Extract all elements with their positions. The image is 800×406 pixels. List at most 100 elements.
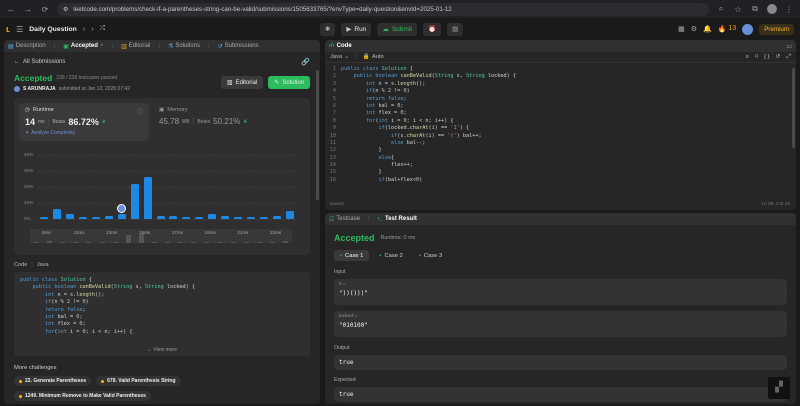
streak-counter[interactable]: 🔥 13 bbox=[718, 25, 737, 33]
analyze-complexity-link[interactable]: ✦ Analyze Complexity bbox=[25, 130, 143, 136]
tab-editorial[interactable]: ▥ Editorial bbox=[121, 43, 150, 50]
chart-bar[interactable] bbox=[208, 214, 217, 219]
info-icon[interactable]: ⓘ bbox=[137, 107, 143, 116]
chart-bar[interactable] bbox=[272, 215, 281, 219]
site-info-icon[interactable]: ⚙ bbox=[63, 6, 68, 13]
prev-problem-icon[interactable]: ‹ bbox=[83, 26, 85, 33]
chart-bar[interactable] bbox=[92, 217, 101, 219]
result-runtime: Runtime: 0 ms bbox=[380, 235, 416, 241]
chart-bar[interactable] bbox=[195, 217, 204, 219]
settings-gear-icon[interactable]: ⚙ bbox=[691, 25, 697, 33]
profile-avatar[interactable] bbox=[767, 4, 777, 14]
editorial-button[interactable]: ▥ Editorial bbox=[220, 76, 264, 89]
code-text: public boolean canBeValid(String s, Stri… bbox=[353, 73, 516, 80]
format-icon[interactable]: ≡ bbox=[746, 54, 749, 60]
editor-line: 2 public boolean canBeValid(String s, St… bbox=[325, 73, 796, 80]
challenge-chip[interactable]: 678. Valid Parenthesis String bbox=[96, 376, 181, 386]
share-link-icon[interactable]: 🔗 bbox=[301, 58, 310, 66]
left-scrollbar[interactable] bbox=[316, 70, 319, 200]
chart-bar[interactable] bbox=[182, 217, 191, 219]
chart-bar[interactable] bbox=[40, 216, 49, 219]
tab-solutions[interactable]: ⚗ Solutions bbox=[168, 43, 200, 50]
tab-code[interactable]: ‹/› Code bbox=[329, 43, 352, 49]
debug-button[interactable]: ✱ bbox=[319, 22, 336, 36]
fullscreen-icon[interactable]: ⤢ bbox=[786, 54, 791, 61]
auto-toggle[interactable]: 🔒 Auto bbox=[363, 54, 384, 60]
grid-line bbox=[38, 219, 296, 220]
bookmark-star-icon[interactable]: ☆ bbox=[733, 5, 743, 14]
chart-bar[interactable] bbox=[221, 215, 230, 219]
editor-line: 11 else bal--; bbox=[325, 140, 796, 147]
close-tab-icon[interactable]: × bbox=[100, 43, 104, 49]
back-to-submissions[interactable]: ← All Submissions bbox=[14, 59, 65, 65]
case-1-tab[interactable]: • Case 1 bbox=[334, 250, 370, 261]
problem-list-icon[interactable]: ☰ bbox=[16, 25, 23, 34]
case-2-tab[interactable]: • Case 2 bbox=[373, 250, 408, 261]
language-select[interactable]: Java ⌄ bbox=[330, 54, 349, 60]
layout-icon[interactable]: ▦ bbox=[678, 25, 685, 33]
memory-box[interactable]: ▣ Memory 45.78 MB | Beats 50.21% ❦ bbox=[153, 103, 283, 141]
chart-bar[interactable] bbox=[143, 177, 152, 219]
reload-icon[interactable]: ⟳ bbox=[40, 5, 50, 14]
mini-bar bbox=[269, 242, 275, 243]
bookmark-icon[interactable]: ⌑ bbox=[755, 54, 758, 60]
leetcode-logo-icon[interactable]: ʟ bbox=[6, 24, 10, 34]
chart-bar[interactable] bbox=[79, 217, 88, 219]
chart-bar[interactable] bbox=[53, 208, 62, 219]
address-bar[interactable]: ⚙ leetcode.com/problems/check-if-a-paren… bbox=[57, 2, 709, 16]
chart-bar[interactable] bbox=[130, 183, 139, 219]
run-button[interactable]: ▶ Run bbox=[341, 22, 372, 36]
timer-button[interactable]: ⏰ bbox=[423, 22, 442, 36]
chart-bar[interactable] bbox=[259, 217, 268, 219]
chart-range-slider[interactable]: 8ms 11ms 13ms 15ms 17ms 19ms 21ms 23ms bbox=[30, 229, 292, 243]
submit-button[interactable]: ☁ Submit bbox=[377, 22, 418, 36]
braces-icon[interactable]: { } bbox=[764, 54, 769, 60]
runtime-percentile: 86.72% bbox=[68, 117, 99, 127]
separator: | bbox=[355, 54, 357, 60]
user-avatar[interactable] bbox=[742, 23, 754, 35]
chart-bar[interactable] bbox=[117, 214, 126, 219]
chart-bar[interactable] bbox=[246, 217, 255, 219]
challenge-chip[interactable]: 1249. Minimum Remove to Make Valid Paren… bbox=[14, 391, 151, 401]
tab-test-result[interactable]: ›_ Test Result bbox=[378, 216, 417, 222]
chart-bar[interactable] bbox=[104, 215, 113, 219]
runtime-box[interactable]: ◷ Runtime ⓘ 14 ms | Beats 86.72% ❦ ✦ Analy… bbox=[19, 103, 149, 141]
notes-button[interactable]: ▤ bbox=[447, 22, 464, 36]
view-more-button[interactable]: ⌄ View more bbox=[14, 347, 310, 353]
editor-line: 3 int n = s.length(); bbox=[325, 81, 796, 88]
mini-bar bbox=[151, 242, 157, 243]
premium-button[interactable]: Premium bbox=[759, 23, 795, 35]
mini-bar bbox=[138, 233, 144, 243]
case-3-tab[interactable]: • Case 3 bbox=[413, 250, 448, 261]
clock-icon: ◷ bbox=[25, 107, 30, 113]
sparkle-icon: ✦ bbox=[25, 130, 30, 136]
chart-bar[interactable] bbox=[285, 211, 294, 219]
next-problem-icon[interactable]: › bbox=[91, 26, 93, 33]
tab-submissions[interactable]: ↺ Submissions bbox=[218, 43, 259, 50]
chart-bar[interactable] bbox=[233, 217, 242, 219]
submitter-name[interactable]: S ARUNRAJA bbox=[23, 86, 56, 92]
extensions-icon[interactable]: ⧉ bbox=[750, 4, 760, 14]
history-icon: ↺ bbox=[217, 43, 223, 50]
editor-scrollbar[interactable] bbox=[792, 68, 795, 148]
challenge-chip[interactable]: 22. Generate Parentheses bbox=[14, 376, 92, 386]
tab-testcase[interactable]: ☑ Testcase bbox=[329, 216, 360, 223]
bell-icon[interactable]: 🔔 bbox=[703, 25, 712, 33]
code-editor[interactable]: 1 public class Solution {2 public boolean… bbox=[325, 63, 796, 184]
panel-options-icon[interactable]: ▭ bbox=[786, 43, 792, 50]
chart-bar[interactable] bbox=[66, 214, 75, 219]
chart-bar[interactable] bbox=[156, 215, 165, 219]
chart-bar[interactable] bbox=[169, 215, 178, 219]
solution-button[interactable]: ✎ Solution bbox=[268, 76, 310, 89]
zoom-icon[interactable]: ⌕ bbox=[716, 4, 726, 14]
runtime-unit: ms bbox=[38, 119, 45, 125]
left-tab-bar: ▤ Description | ▣ Accepted × | ▥ Editorial |… bbox=[4, 40, 320, 52]
daily-question-link[interactable]: Daily Question bbox=[29, 26, 77, 33]
forward-arrow-icon[interactable]: → bbox=[23, 5, 33, 14]
back-arrow-icon[interactable]: ← bbox=[6, 5, 16, 14]
menu-icon[interactable]: ⋮ bbox=[784, 5, 794, 14]
tab-description[interactable]: ▤ Description bbox=[8, 43, 46, 50]
reset-icon[interactable]: ↺ bbox=[776, 54, 781, 60]
tab-accepted[interactable]: ▣ Accepted × bbox=[63, 43, 103, 50]
shuffle-icon[interactable]: ⤮ bbox=[100, 25, 106, 33]
